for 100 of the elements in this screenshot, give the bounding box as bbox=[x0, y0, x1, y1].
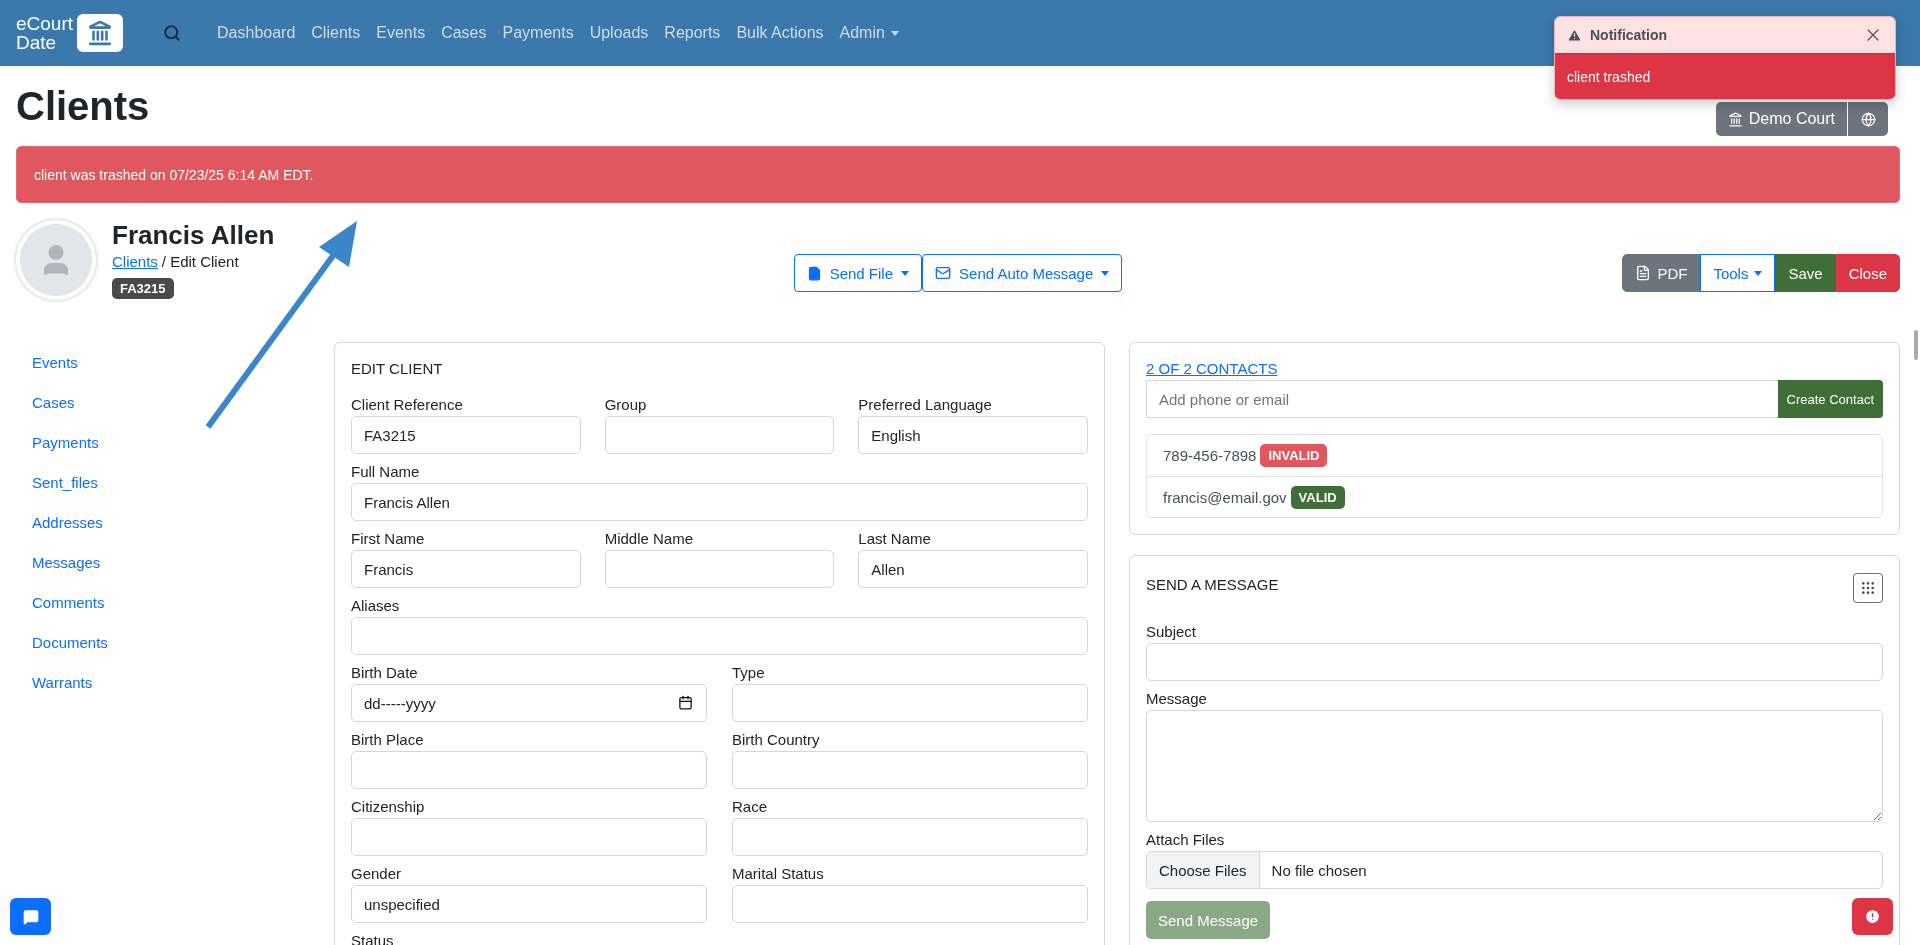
input-field[interactable] bbox=[1146, 643, 1883, 681]
card-title: SEND A MESSAGE bbox=[1146, 576, 1279, 595]
input-field[interactable] bbox=[351, 617, 1088, 655]
help-button[interactable] bbox=[10, 898, 51, 935]
field-label: First Name bbox=[351, 528, 426, 549]
nav-link[interactable]: Bulk Actions bbox=[736, 24, 824, 42]
sidebar-link[interactable]: Comments bbox=[32, 582, 310, 622]
page-title: Clients bbox=[16, 83, 150, 129]
client-name: Francis Allen bbox=[112, 220, 275, 251]
nav-link[interactable]: Reports bbox=[664, 24, 721, 42]
dropdown-button[interactable]: Send File bbox=[793, 254, 923, 292]
input-field[interactable] bbox=[732, 751, 1088, 789]
tools-button[interactable]: Tools bbox=[1700, 254, 1776, 292]
field-label: Client Reference bbox=[351, 394, 464, 415]
contact-value: 789-456-7898 bbox=[1163, 447, 1257, 464]
field-label: Middle Name bbox=[604, 528, 695, 549]
file-icon bbox=[806, 265, 822, 281]
help-chat-icon bbox=[22, 908, 39, 925]
nav-link[interactable]: Admin bbox=[839, 24, 899, 42]
input-field[interactable] bbox=[351, 751, 707, 789]
input-field[interactable]: Francis bbox=[351, 550, 581, 588]
card-title: EDIT CLIENT bbox=[351, 360, 444, 379]
courthouse-icon bbox=[1727, 111, 1743, 127]
contacts-link[interactable]: 2 OF 2 CONTACTS bbox=[1146, 360, 1278, 377]
contact-input[interactable]: Add phone or email bbox=[1146, 380, 1778, 418]
close-button[interactable]: Close bbox=[1835, 254, 1900, 292]
input-field[interactable] bbox=[732, 818, 1088, 856]
field-label: Group bbox=[604, 394, 648, 415]
input-field[interactable]: English bbox=[858, 416, 1088, 454]
sidebar-link[interactable]: Sent_files bbox=[32, 462, 310, 502]
input-field[interactable] bbox=[604, 550, 835, 588]
field-label: Last Name bbox=[858, 528, 932, 549]
pdf-button[interactable]: PDF bbox=[1622, 254, 1701, 292]
message-textarea[interactable] bbox=[1146, 710, 1883, 822]
brand-name[interactable]: eCourt Date bbox=[16, 14, 74, 52]
calendar-icon[interactable] bbox=[678, 695, 693, 710]
nav-link[interactable]: Clients bbox=[311, 24, 361, 42]
nav-link[interactable]: Payments bbox=[502, 24, 574, 42]
field-label: Type bbox=[732, 662, 766, 683]
field-label: Aliases bbox=[351, 595, 401, 616]
field-label: Status bbox=[351, 930, 395, 945]
notification-message: client trashed bbox=[1555, 54, 1895, 99]
file-input[interactable]: Choose Files No file chosen bbox=[1146, 851, 1883, 889]
sidebar-link[interactable]: Warrants bbox=[32, 662, 310, 702]
input-field[interactable] bbox=[732, 684, 1088, 722]
courthouse-logo-icon[interactable] bbox=[77, 14, 124, 52]
input-field[interactable] bbox=[732, 885, 1088, 923]
nav-link[interactable]: Events bbox=[376, 24, 426, 42]
field-label: Preferred Language bbox=[858, 394, 993, 415]
globe-icon bbox=[1860, 111, 1876, 127]
nav-link[interactable]: Dashboard bbox=[217, 24, 296, 42]
field-label: Race bbox=[732, 796, 769, 817]
search-icon[interactable] bbox=[163, 24, 182, 42]
caret-icon bbox=[901, 270, 910, 276]
field-label: Attach Files bbox=[1146, 829, 1226, 850]
input-field[interactable]: unspecified bbox=[351, 885, 707, 923]
field-label: Citizenship bbox=[351, 796, 426, 817]
field-label: Message bbox=[1146, 688, 1208, 709]
alert-banner: client was trashed on 07/23/25 6:14 AM EDT. bbox=[16, 146, 1900, 203]
field-label: Birth Country bbox=[732, 729, 821, 750]
field-label: Birth Date bbox=[351, 662, 419, 683]
nav-link[interactable]: Uploads bbox=[589, 24, 649, 42]
court-button[interactable]: Demo Court bbox=[1715, 102, 1847, 136]
save-button[interactable]: Save bbox=[1775, 254, 1836, 292]
field-label: Birth Place bbox=[351, 729, 425, 750]
notification-title: Notification bbox=[1590, 27, 1668, 43]
caret-icon bbox=[1101, 270, 1110, 276]
grid-button[interactable] bbox=[1853, 573, 1883, 603]
nav-link[interactable]: Cases bbox=[441, 24, 487, 42]
choose-files-button[interactable]: Choose Files bbox=[1147, 852, 1260, 888]
caret-icon bbox=[1754, 270, 1763, 276]
status-badge: VALID bbox=[1290, 485, 1345, 509]
status-badge: INVALID bbox=[1260, 444, 1328, 467]
sidebar-link[interactable]: Messages bbox=[32, 542, 310, 582]
input-field[interactable] bbox=[604, 416, 835, 454]
envelope-icon bbox=[935, 265, 952, 281]
language-button[interactable] bbox=[1848, 102, 1888, 136]
dropdown-button[interactable]: Send Auto Message bbox=[922, 254, 1123, 292]
breadcrumb-link[interactable]: Clients bbox=[112, 253, 158, 270]
input-field[interactable]: FA3215 bbox=[351, 416, 581, 454]
warning-icon bbox=[1567, 27, 1582, 43]
date-field[interactable]: dd-----yyyy bbox=[351, 684, 707, 722]
input-field[interactable] bbox=[351, 818, 707, 856]
field-label: Full Name bbox=[351, 461, 421, 482]
sidebar-link[interactable]: Addresses bbox=[32, 502, 310, 542]
alert-button[interactable] bbox=[1852, 898, 1893, 935]
sidebar-link[interactable]: Payments bbox=[32, 422, 310, 462]
sidebar-link[interactable]: Cases bbox=[32, 382, 310, 422]
client-reference-badge: FA3215 bbox=[112, 278, 174, 299]
alert-icon bbox=[1864, 908, 1881, 925]
pdf-file-icon bbox=[1635, 265, 1652, 281]
sidebar-link[interactable]: Events bbox=[32, 342, 310, 382]
sidebar-link[interactable]: Documents bbox=[32, 622, 310, 662]
grid-icon bbox=[1860, 580, 1876, 596]
field-label: Marital Status bbox=[732, 863, 825, 884]
field-label: Subject bbox=[1146, 621, 1198, 642]
create-contact-button[interactable]: Create Contact bbox=[1777, 380, 1883, 418]
file-status: No file chosen bbox=[1270, 860, 1367, 881]
input-field[interactable]: Allen bbox=[858, 550, 1088, 588]
input-field[interactable]: Francis Allen bbox=[351, 483, 1088, 521]
